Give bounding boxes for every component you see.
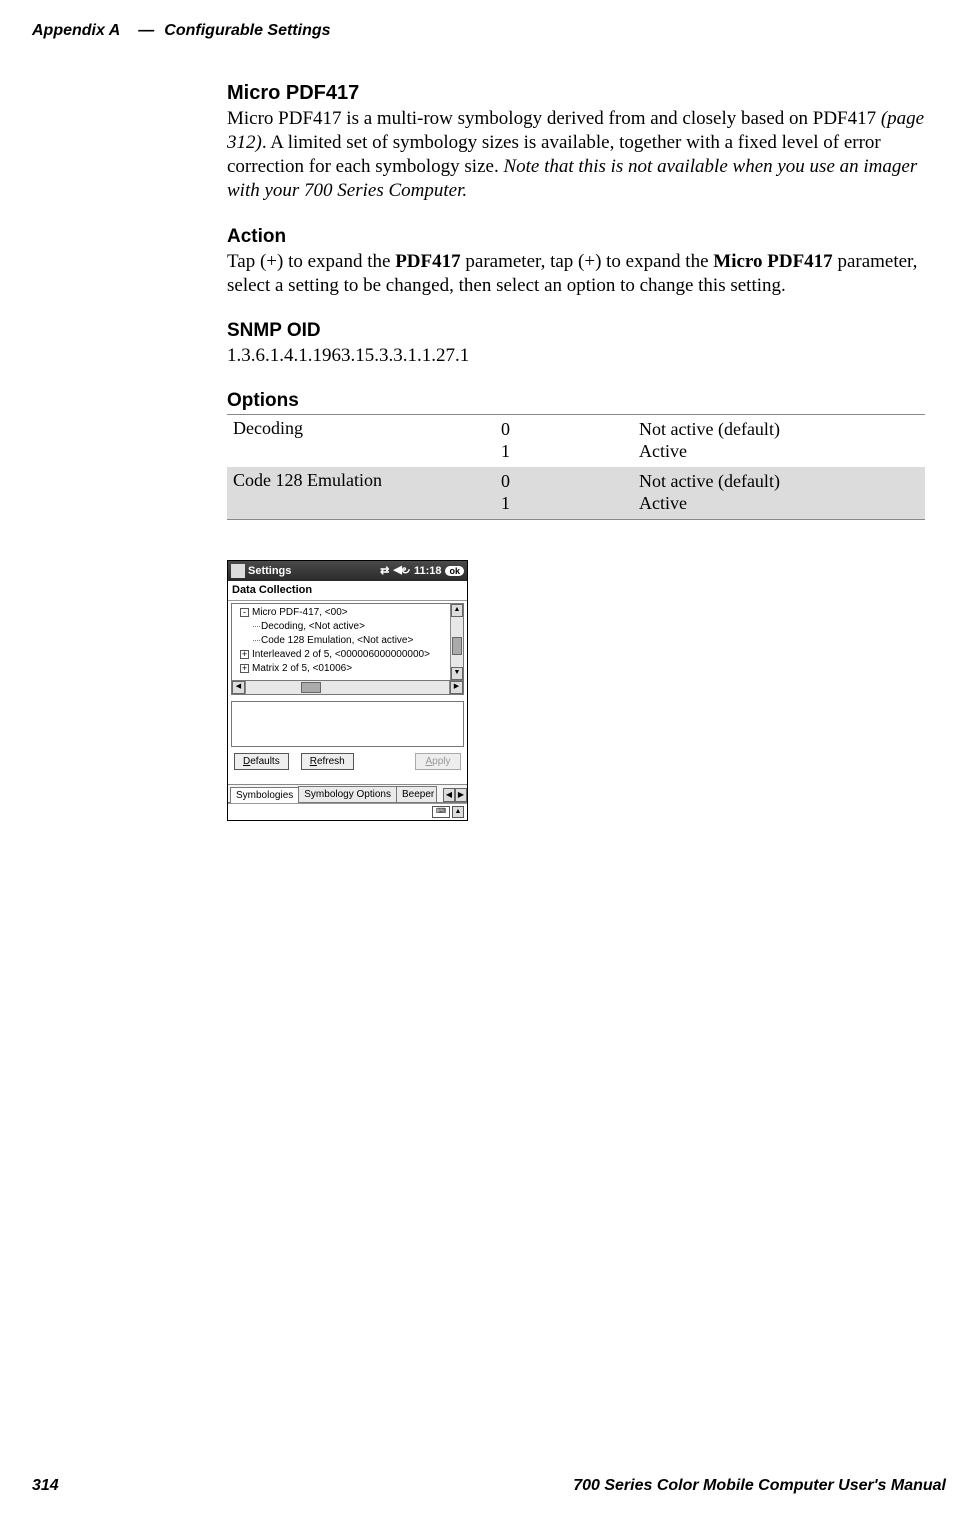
manual-title: 700 Series Color Mobile Computer User's … <box>573 1477 946 1495</box>
header-title: Configurable Settings <box>164 22 330 40</box>
defaults-button[interactable]: Defaults <box>234 753 289 770</box>
button-row: Defaults Refresh Apply <box>228 747 467 770</box>
tree-view[interactable]: -Micro PDF-417, <00> Decoding, <Not acti… <box>232 604 463 678</box>
action-bold-2: Micro PDF417 <box>713 251 832 272</box>
option-name: Code 128 Emulation <box>233 470 501 515</box>
refresh-button[interactable]: Refresh <box>301 753 354 770</box>
tree-panel: -Micro PDF-417, <00> Decoding, <Not acti… <box>231 603 464 681</box>
option-value: Not active (default) <box>639 470 919 493</box>
intro-paragraph: Micro PDF417 is a multi-row symbology de… <box>227 107 925 204</box>
tab-scroll-right[interactable]: ▶ <box>455 788 467 802</box>
tab-symbologies[interactable]: Symbologies <box>230 787 299 803</box>
option-code: 1 <box>501 440 639 463</box>
ok-button[interactable]: ok <box>445 566 464 576</box>
scroll-left-button[interactable]: ◀ <box>232 681 245 694</box>
tree-node[interactable]: +Interleaved 2 of 5, <000006000000000> <box>234 648 461 662</box>
tabstrip: Symbologies Symbology Options Beeper ◀ ▶ <box>228 785 467 803</box>
action-bold-1: PDF417 <box>395 251 460 272</box>
button-label: efresh <box>317 756 345 767</box>
option-code: 0 <box>501 418 639 441</box>
action-heading: Action <box>227 226 925 248</box>
option-values: Not active (default) Active <box>639 470 919 515</box>
option-value: Active <box>639 440 919 463</box>
speaker-icon: ◀౿ <box>393 563 410 579</box>
tree-label: Matrix 2 of 5, <01006> <box>252 663 352 674</box>
edit-panel[interactable] <box>231 701 464 747</box>
titlebar: Settings ⇄ ◀౿ 11:18 ok <box>228 561 467 581</box>
option-name: Decoding <box>233 418 501 463</box>
option-value: Not active (default) <box>639 418 919 441</box>
device-screenshot: Settings ⇄ ◀౿ 11:18 ok Data Collection -… <box>227 560 468 821</box>
section-title: Micro PDF417 <box>227 82 925 105</box>
tree-node[interactable]: Code 128 Emulation, <Not active> <box>234 634 461 648</box>
page-number: 314 <box>32 1477 59 1495</box>
table-row: Decoding 0 1 Not active (default) Active <box>227 415 925 467</box>
button-label: pply <box>432 756 450 767</box>
tab-beeper[interactable]: Beeper <box>396 786 437 802</box>
content-area: Micro PDF417 Micro PDF417 is a multi-row… <box>227 82 925 821</box>
intro-text-1: Micro PDF417 is a multi-row symbology de… <box>227 108 881 129</box>
windows-flag-icon[interactable] <box>231 564 245 578</box>
option-code: 0 <box>501 470 639 493</box>
option-codes: 0 1 <box>501 470 639 515</box>
tab-nav: ◀ ▶ <box>443 788 467 802</box>
table-row: Code 128 Emulation 0 1 Not active (defau… <box>227 467 925 519</box>
panel-title: Data Collection <box>228 581 467 601</box>
scroll-thumb[interactable] <box>301 682 321 693</box>
options-table: Decoding 0 1 Not active (default) Active… <box>227 414 925 520</box>
apply-button: Apply <box>415 753 461 770</box>
snmp-value: 1.3.6.1.4.1.1963.15.3.3.1.1.27.1 <box>227 344 925 368</box>
expand-icon[interactable]: + <box>240 650 249 659</box>
appendix-label: Appendix A <box>32 22 120 40</box>
option-value: Active <box>639 492 919 515</box>
snmp-heading: SNMP OID <box>227 320 925 342</box>
action-paragraph: Tap (+) to expand the PDF417 parameter, … <box>227 250 925 298</box>
collapse-icon[interactable]: - <box>240 608 249 617</box>
status-icons: ⇄ ◀౿ 11:18 ok <box>380 563 464 579</box>
keyboard-icon[interactable]: ⌨ <box>432 806 450 818</box>
scroll-right-button[interactable]: ▶ <box>450 681 463 694</box>
option-values: Not active (default) Active <box>639 418 919 463</box>
tree-label: Decoding, <Not active> <box>261 621 365 632</box>
scroll-track[interactable] <box>245 681 450 694</box>
scroll-thumb[interactable] <box>452 637 462 655</box>
tab-symbology-options[interactable]: Symbology Options <box>298 786 397 802</box>
options-heading: Options <box>227 390 925 412</box>
app-title: Settings <box>248 565 291 577</box>
horizontal-scrollbar[interactable]: ◀ ▶ <box>231 681 464 695</box>
tab-scroll-left[interactable]: ◀ <box>443 788 455 802</box>
scroll-track[interactable] <box>451 617 463 667</box>
sip-bar: ⌨ ▲ <box>228 803 467 820</box>
connection-icon: ⇄ <box>380 564 389 577</box>
tree-node[interactable]: +Matrix 2 of 5, <01006> <box>234 662 461 676</box>
sip-up-icon[interactable]: ▲ <box>452 806 464 818</box>
tree-label: Interleaved 2 of 5, <000006000000000> <box>252 649 430 660</box>
tree-node[interactable]: Decoding, <Not active> <box>234 620 461 634</box>
clock-text: 11:18 <box>414 565 442 577</box>
scroll-up-button[interactable]: ▲ <box>451 604 463 617</box>
vertical-scrollbar[interactable]: ▲ ▼ <box>450 604 463 680</box>
tree-label: Code 128 Emulation, <Not active> <box>261 635 413 646</box>
tree-label: Micro PDF-417, <00> <box>252 607 348 618</box>
tree-node[interactable]: -Micro PDF-417, <00> <box>234 606 461 620</box>
button-label: efaults <box>250 756 279 767</box>
scroll-down-button[interactable]: ▼ <box>451 667 463 680</box>
page-header: Appendix A — Configurable Settings <box>32 22 946 40</box>
mnemonic: R <box>310 756 317 767</box>
action-text-1: Tap (+) to expand the <box>227 251 395 272</box>
option-codes: 0 1 <box>501 418 639 463</box>
option-code: 1 <box>501 492 639 515</box>
page-footer: 314 700 Series Color Mobile Computer Use… <box>32 1477 946 1495</box>
expand-icon[interactable]: + <box>240 664 249 673</box>
header-separator: — <box>138 22 154 40</box>
action-text-2: parameter, tap (+) to expand the <box>461 251 714 272</box>
